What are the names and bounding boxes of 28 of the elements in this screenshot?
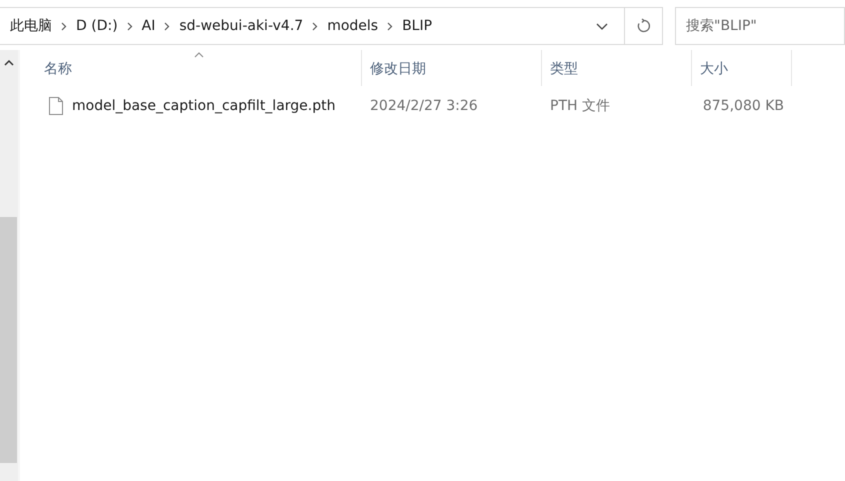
breadcrumb-item[interactable]: D (D:) — [76, 18, 118, 34]
column-header[interactable]: 名称 — [36, 50, 362, 86]
file-type: PTH 文件 — [550, 97, 610, 115]
file-icon — [49, 97, 63, 115]
chevron-icon[interactable] — [387, 22, 394, 30]
breadcrumb-item[interactable]: AI — [142, 18, 156, 34]
refresh-button[interactable] — [625, 7, 663, 45]
scrollbar[interactable] — [0, 50, 20, 481]
column-header[interactable]: 类型 — [542, 50, 692, 86]
file-size: 875,080 KB — [702, 98, 784, 114]
breadcrumb-item[interactable]: 此电脑 — [10, 17, 52, 35]
breadcrumb-item[interactable]: sd-webui-aki-v4.7 — [179, 18, 304, 34]
column-header[interactable]: 修改日期 — [362, 50, 542, 86]
column-header[interactable]: 大小 — [692, 50, 792, 86]
refresh-icon — [636, 18, 652, 34]
breadcrumb-item[interactable]: BLIP — [402, 18, 432, 34]
search-field[interactable]: 搜索"BLIP" — [675, 7, 845, 45]
file-date: 2024/2/27 3:26 — [370, 98, 478, 114]
scroll-up-icon[interactable] — [4, 59, 14, 66]
chevron-icon[interactable] — [126, 22, 133, 30]
scrollbar-thumb[interactable] — [0, 217, 17, 463]
chevron-icon[interactable] — [164, 22, 170, 30]
address-bar[interactable]: 此电脑 D (D:) AI sd-webui-aki-v4.7 models BLIP — [0, 7, 626, 45]
file-name[interactable]: model_base_caption_capfilt_large.pth — [72, 98, 336, 114]
breadcrumb-item[interactable]: models — [327, 18, 378, 34]
chevron-icon[interactable] — [312, 22, 318, 30]
chevron-icon[interactable] — [61, 22, 67, 30]
dropdown-icon[interactable] — [596, 22, 608, 30]
